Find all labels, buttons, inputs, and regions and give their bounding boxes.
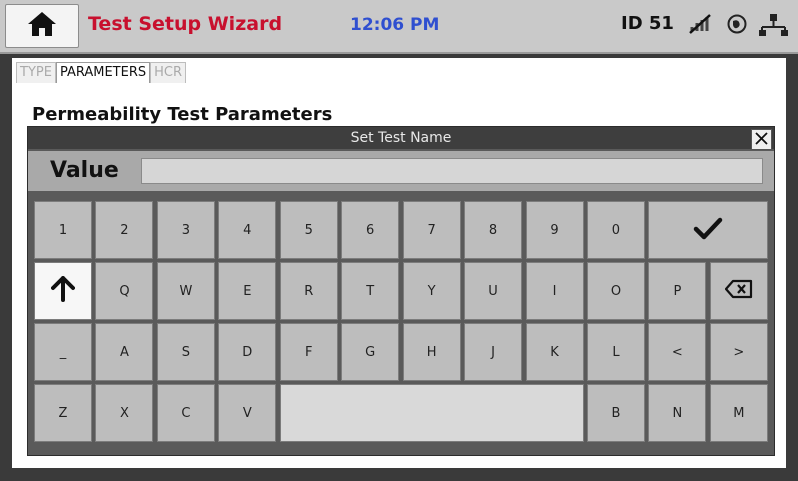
key-x[interactable]: X xyxy=(95,384,154,442)
home-button[interactable] xyxy=(5,4,79,48)
backspace-button[interactable] xyxy=(709,262,768,320)
key-z[interactable]: Z xyxy=(34,384,92,442)
backspace-icon xyxy=(724,279,753,303)
home-icon xyxy=(27,11,57,41)
key-g[interactable]: G xyxy=(341,323,400,381)
enter-button[interactable] xyxy=(648,201,768,259)
key-0[interactable]: 0 xyxy=(586,201,645,259)
key-i[interactable]: I xyxy=(525,262,584,320)
key-underscore[interactable]: _ xyxy=(34,323,92,381)
key-c[interactable]: C xyxy=(156,384,215,442)
key-u[interactable]: U xyxy=(464,262,523,320)
keyboard-dialog: Set Test Name Value 1 2 3 4 5 6 7 8 9 0 xyxy=(27,126,775,456)
key-a[interactable]: A xyxy=(95,323,154,381)
on-screen-keyboard: 1 2 3 4 5 6 7 8 9 0 Q W E R T Y U I O P … xyxy=(34,201,768,446)
checkmark-icon xyxy=(693,216,723,244)
key-n[interactable]: N xyxy=(648,384,707,442)
page-heading: Permeability Test Parameters xyxy=(32,104,333,125)
globe-icon xyxy=(726,13,748,39)
top-bar: Test Setup Wizard 12:06 PM ID 51 xyxy=(0,0,798,54)
value-row: Value xyxy=(28,151,774,191)
key-b[interactable]: B xyxy=(586,384,645,442)
app-title: Test Setup Wizard xyxy=(88,13,283,35)
value-label: Value xyxy=(50,158,119,183)
space-bar[interactable] xyxy=(279,384,584,442)
shift-up-arrow-icon xyxy=(51,276,75,306)
key-9[interactable]: 9 xyxy=(525,201,584,259)
device-id: ID 51 xyxy=(621,13,674,34)
key-o[interactable]: O xyxy=(586,262,645,320)
key-l[interactable]: L xyxy=(586,323,645,381)
dialog-title: Set Test Name xyxy=(28,127,774,149)
key-1[interactable]: 1 xyxy=(34,201,92,259)
key-d[interactable]: D xyxy=(218,323,277,381)
key-r[interactable]: R xyxy=(279,262,338,320)
key-y[interactable]: Y xyxy=(402,262,461,320)
shift-button[interactable] xyxy=(34,262,92,320)
close-button[interactable] xyxy=(751,129,772,150)
key-t[interactable]: T xyxy=(341,262,400,320)
key-greater-than[interactable]: > xyxy=(709,323,768,381)
key-7[interactable]: 7 xyxy=(402,201,461,259)
key-m[interactable]: M xyxy=(709,384,768,442)
key-8[interactable]: 8 xyxy=(464,201,523,259)
tab-parameters[interactable]: PARAMETERS xyxy=(55,62,151,83)
network-icon xyxy=(758,13,788,41)
key-3[interactable]: 3 xyxy=(156,201,215,259)
key-j[interactable]: J xyxy=(464,323,523,381)
clock: 12:06 PM xyxy=(350,15,440,35)
key-5[interactable]: 5 xyxy=(279,201,338,259)
key-4[interactable]: 4 xyxy=(218,201,277,259)
key-q[interactable]: Q xyxy=(95,262,154,320)
key-2[interactable]: 2 xyxy=(95,201,154,259)
tab-bar: TYPE PARAMETERS HCR xyxy=(16,62,186,83)
key-f[interactable]: F xyxy=(279,323,338,381)
wifi-off-icon xyxy=(688,13,714,39)
value-input[interactable] xyxy=(141,158,763,184)
key-less-than[interactable]: < xyxy=(648,323,707,381)
close-icon xyxy=(755,130,768,149)
key-h[interactable]: H xyxy=(402,323,461,381)
key-k[interactable]: K xyxy=(525,323,584,381)
tab-type[interactable]: TYPE xyxy=(16,62,56,83)
tab-hcr[interactable]: HCR xyxy=(150,62,186,83)
key-v[interactable]: V xyxy=(218,384,277,442)
key-s[interactable]: S xyxy=(156,323,215,381)
key-e[interactable]: E xyxy=(218,262,277,320)
key-6[interactable]: 6 xyxy=(341,201,400,259)
key-w[interactable]: W xyxy=(156,262,215,320)
key-p[interactable]: P xyxy=(648,262,707,320)
